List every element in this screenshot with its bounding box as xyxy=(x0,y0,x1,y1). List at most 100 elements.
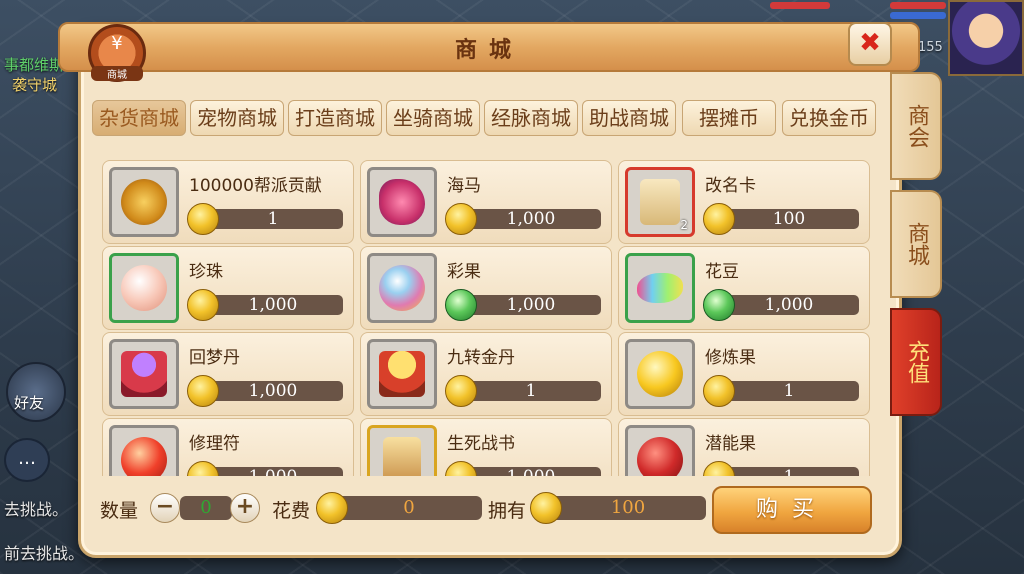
golden-fruit-icon xyxy=(625,339,695,409)
item-name: 回梦丹 xyxy=(189,348,240,368)
friend-label: 好友 xyxy=(14,394,45,412)
item-count-badge: 2 xyxy=(680,218,688,232)
jade-coin-icon xyxy=(445,289,477,321)
left-hud-text: 袭守城 xyxy=(12,76,58,94)
quantity-label: 数量 xyxy=(100,500,139,522)
gold-coin-icon xyxy=(703,461,735,476)
owned-value: 100 xyxy=(550,496,706,520)
item-price: 1,000 xyxy=(203,381,343,401)
shop-item[interactable]: 珍珠 1,000 xyxy=(102,246,354,330)
shop-bag-icon: ¥ 商城 xyxy=(88,24,146,82)
side-tab-guild-market[interactable]: 商会 xyxy=(890,72,942,180)
tab-mount-shop[interactable]: 坐骑商城 xyxy=(386,100,480,136)
item-price: 1 xyxy=(719,381,859,401)
close-button[interactable]: ✖ xyxy=(848,22,892,66)
tab-exchange-gold[interactable]: 兑换金币 xyxy=(782,100,876,136)
cost-label: 花费 xyxy=(272,500,311,522)
level-text: 155 xyxy=(918,40,943,55)
dialog-title: 商城 xyxy=(454,38,523,63)
item-price: 1,000 xyxy=(461,467,601,476)
chat-line: 前去挑战。 xyxy=(4,544,85,563)
gold-coin-icon xyxy=(187,289,219,321)
item-name: 100000帮派贡献 xyxy=(189,176,322,196)
rainbow-bean-icon xyxy=(625,253,695,323)
gold-coin-icon xyxy=(316,492,348,524)
item-price: 1,000 xyxy=(461,209,601,229)
gold-coin-icon xyxy=(445,461,477,476)
cost-value: 0 xyxy=(336,496,482,520)
item-name: 修炼果 xyxy=(705,348,756,368)
shop-item[interactable]: 修理符 1,000 xyxy=(102,418,354,476)
side-tab-recharge[interactable]: 充值 xyxy=(890,308,942,416)
golden-elixir-chest-icon xyxy=(367,339,437,409)
gold-coin-icon xyxy=(187,375,219,407)
shop-item[interactable]: 2 改名卡 100 xyxy=(618,160,870,244)
rename-scroll-icon: 2 xyxy=(625,167,695,237)
item-name: 潜能果 xyxy=(705,434,756,454)
gold-coin-icon xyxy=(703,203,735,235)
rainbow-fruit-icon xyxy=(367,253,437,323)
shop-item[interactable]: 50 潜能果 1 xyxy=(618,418,870,476)
tab-stall-currency[interactable]: 摆摊币 xyxy=(682,100,776,136)
chat-icon[interactable]: … xyxy=(4,438,50,482)
item-price: 1 xyxy=(719,467,859,476)
owned-label: 拥有 xyxy=(488,500,527,522)
item-grid: 100000帮派贡献 1 海马 1,000 2 改名卡 100 珍珠 1,000… xyxy=(98,156,872,476)
player-avatar[interactable] xyxy=(948,0,1024,76)
shop-item[interactable]: 花豆 1,000 xyxy=(618,246,870,330)
item-name: 九转金丹 xyxy=(447,348,515,368)
pearl-icon xyxy=(109,253,179,323)
item-name: 海马 xyxy=(447,176,481,196)
item-price: 1,000 xyxy=(719,295,859,315)
shop-item[interactable]: 100000帮派贡献 1 xyxy=(102,160,354,244)
tab-assist-shop[interactable]: 助战商城 xyxy=(582,100,676,136)
shop-item[interactable]: 九转金丹 1 xyxy=(360,332,612,416)
seahorse-icon xyxy=(367,167,437,237)
gold-coin-icon xyxy=(445,203,477,235)
chat-line: 去挑战。 xyxy=(4,500,69,519)
jade-coin-icon xyxy=(703,289,735,321)
title-bar: 商城 xyxy=(58,22,920,72)
guild-token-icon xyxy=(109,167,179,237)
tab-grocery-shop[interactable]: 杂货商城 xyxy=(92,100,186,136)
item-price: 100 xyxy=(719,209,859,229)
hp-bar xyxy=(770,2,830,9)
shop-item[interactable]: 彩果 1,000 xyxy=(360,246,612,330)
shop-item[interactable]: 修炼果 1 xyxy=(618,332,870,416)
mp-bar xyxy=(890,12,946,19)
tab-meridian-shop[interactable]: 经脉商城 xyxy=(484,100,578,136)
increase-quantity-button[interactable]: + xyxy=(230,493,260,523)
quantity-value[interactable]: 0 xyxy=(180,496,232,520)
treasure-chest-icon xyxy=(109,339,179,409)
side-tab-shop[interactable]: 商城 xyxy=(890,190,942,298)
yen-glyph: ¥ xyxy=(111,33,123,54)
tab-pet-shop[interactable]: 宠物商城 xyxy=(190,100,284,136)
left-hud-text: 事都维斯 xyxy=(4,56,65,74)
tab-forge-shop[interactable]: 打造商城 xyxy=(288,100,382,136)
shop-item[interactable]: 海马 1,000 xyxy=(360,160,612,244)
item-name: 彩果 xyxy=(447,262,481,282)
hp-bar xyxy=(890,2,946,9)
shop-item[interactable]: 回梦丹 1,000 xyxy=(102,332,354,416)
item-name: 修理符 xyxy=(189,434,240,454)
gold-coin-icon xyxy=(445,375,477,407)
purchase-bar: 数量 − 0 + 花费 0 拥有 100 购买 xyxy=(100,486,880,534)
gold-coin-icon xyxy=(703,375,735,407)
item-name: 生死战书 xyxy=(447,434,515,454)
shop-item[interactable]: 生死战书 1,000 xyxy=(360,418,612,476)
repair-talisman-icon xyxy=(109,425,179,476)
buy-button[interactable]: 购买 xyxy=(712,486,872,534)
decrease-quantity-button[interactable]: − xyxy=(150,493,180,523)
item-name: 花豆 xyxy=(705,262,739,282)
item-price: 1 xyxy=(203,209,343,229)
item-price: 1,000 xyxy=(203,467,343,476)
shop-icon-label: 商城 xyxy=(91,66,143,81)
battle-letter-icon xyxy=(367,425,437,476)
item-price: 1,000 xyxy=(203,295,343,315)
item-price: 1 xyxy=(461,381,601,401)
item-name: 珍珠 xyxy=(189,262,223,282)
item-name: 改名卡 xyxy=(705,176,756,196)
gold-coin-icon xyxy=(187,203,219,235)
item-price: 1,000 xyxy=(461,295,601,315)
gold-coin-icon xyxy=(530,492,562,524)
